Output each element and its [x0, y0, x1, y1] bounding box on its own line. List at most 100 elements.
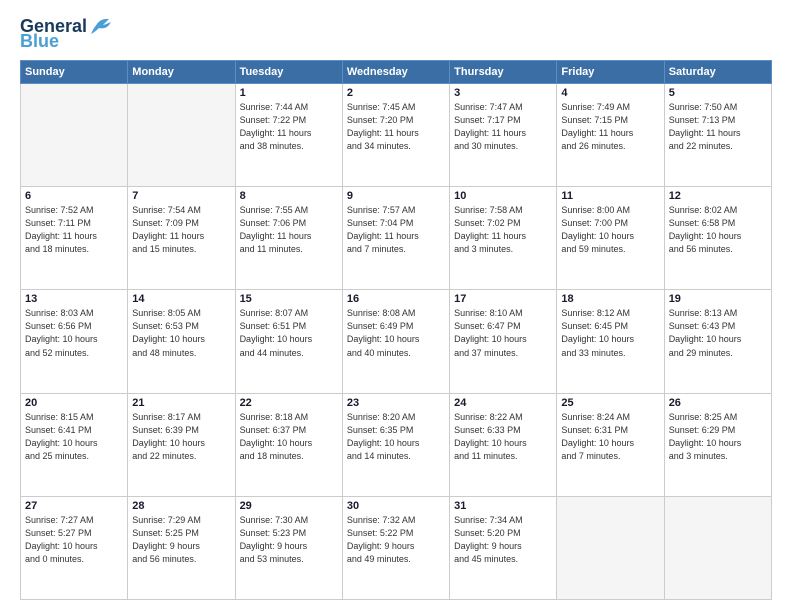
logo: General Blue	[20, 16, 111, 52]
calendar-cell: 2 Sunrise: 7:45 AMSunset: 7:20 PMDaylight…	[342, 84, 449, 187]
calendar-cell: 14Sunrise: 8:05 AMSunset: 6:53 PMDayligh…	[128, 290, 235, 393]
day-info: Sunrise: 8:20 AMSunset: 6:35 PMDaylight:…	[347, 411, 445, 463]
page: General Blue SundayMondayTuesdayWednesda…	[0, 0, 792, 612]
week-row-1: 1 Sunrise: 7:44 AMSunset: 7:22 PMDaylight…	[21, 84, 772, 187]
week-row-2: 6 Sunrise: 7:52 AMSunset: 7:11 PMDaylight…	[21, 187, 772, 290]
day-info: Sunrise: 7:54 AMSunset: 7:09 PMDaylight:…	[132, 204, 230, 256]
calendar-cell: 4 Sunrise: 7:49 AMSunset: 7:15 PMDaylight…	[557, 84, 664, 187]
day-info: Sunrise: 8:08 AMSunset: 6:49 PMDaylight:…	[347, 307, 445, 359]
day-info: Sunrise: 8:13 AMSunset: 6:43 PMDaylight:…	[669, 307, 767, 359]
calendar-cell: 15 Sunrise: 8:07 AMSunset: 6:51 PMDayligh…	[235, 290, 342, 393]
calendar-cell: 20 Sunrise: 8:15 AMSunset: 6:41 PMDayligh…	[21, 393, 128, 496]
day-info: Sunrise: 8:17 AMSunset: 6:39 PMDaylight:…	[132, 411, 230, 463]
day-info: Sunrise: 7:34 AMSunset: 5:20 PMDaylight:…	[454, 514, 552, 566]
day-number: 28	[132, 500, 230, 512]
day-number: 11	[561, 190, 659, 202]
day-number: 29	[240, 500, 338, 512]
day-number: 12	[669, 190, 767, 202]
calendar-cell: 21 Sunrise: 8:17 AMSunset: 6:39 PMDayligh…	[128, 393, 235, 496]
day-info: Sunrise: 7:52 AMSunset: 7:11 PMDaylight:…	[25, 204, 123, 256]
calendar-cell: 17 Sunrise: 8:10 AMSunset: 6:47 PMDayligh…	[450, 290, 557, 393]
day-number: 6	[25, 190, 123, 202]
day-number: 5	[669, 87, 767, 99]
weekday-header-row: SundayMondayTuesdayWednesdayThursdayFrid…	[21, 61, 772, 84]
week-row-3: 13 Sunrise: 8:03 AMSunset: 6:56 PMDayligh…	[21, 290, 772, 393]
day-info: Sunrise: 8:10 AMSunset: 6:47 PMDaylight:…	[454, 307, 552, 359]
day-info: Sunrise: 8:02 AMSunset: 6:58 PMDaylight:…	[669, 204, 767, 256]
week-row-4: 20 Sunrise: 8:15 AMSunset: 6:41 PMDayligh…	[21, 393, 772, 496]
calendar-cell: 10 Sunrise: 7:58 AMSunset: 7:02 PMDayligh…	[450, 187, 557, 290]
day-info: Sunrise: 8:07 AMSunset: 6:51 PMDaylight:…	[240, 307, 338, 359]
calendar-cell: 11 Sunrise: 8:00 AMSunset: 7:00 PMDayligh…	[557, 187, 664, 290]
day-number: 7	[132, 190, 230, 202]
calendar-cell: 24 Sunrise: 8:22 AMSunset: 6:33 PMDayligh…	[450, 393, 557, 496]
day-number: 4	[561, 87, 659, 99]
day-number: 15	[240, 293, 338, 305]
day-info: Sunrise: 7:44 AMSunset: 7:22 PMDaylight:…	[240, 101, 338, 153]
weekday-header-sunday: Sunday	[21, 61, 128, 84]
calendar-cell: 1 Sunrise: 7:44 AMSunset: 7:22 PMDaylight…	[235, 84, 342, 187]
day-info: Sunrise: 8:15 AMSunset: 6:41 PMDaylight:…	[25, 411, 123, 463]
day-number: 3	[454, 87, 552, 99]
day-number: 1	[240, 87, 338, 99]
day-number: 24	[454, 397, 552, 409]
day-number: 18	[561, 293, 659, 305]
day-number: 22	[240, 397, 338, 409]
day-number: 20	[25, 397, 123, 409]
day-number: 23	[347, 397, 445, 409]
day-info: Sunrise: 8:12 AMSunset: 6:45 PMDaylight:…	[561, 307, 659, 359]
day-info: Sunrise: 8:18 AMSunset: 6:37 PMDaylight:…	[240, 411, 338, 463]
day-info: Sunrise: 8:05 AMSunset: 6:53 PMDaylight:…	[132, 307, 230, 359]
day-info: Sunrise: 8:25 AMSunset: 6:29 PMDaylight:…	[669, 411, 767, 463]
weekday-header-wednesday: Wednesday	[342, 61, 449, 84]
day-number: 2	[347, 87, 445, 99]
day-number: 13	[25, 293, 123, 305]
calendar-cell	[128, 84, 235, 187]
day-info: Sunrise: 8:03 AMSunset: 6:56 PMDaylight:…	[25, 307, 123, 359]
weekday-header-friday: Friday	[557, 61, 664, 84]
day-info: Sunrise: 7:49 AMSunset: 7:15 PMDaylight:…	[561, 101, 659, 153]
calendar-cell: 8Sunrise: 7:55 AMSunset: 7:06 PMDaylight…	[235, 187, 342, 290]
day-number: 26	[669, 397, 767, 409]
day-number: 21	[132, 397, 230, 409]
day-number: 16	[347, 293, 445, 305]
day-info: Sunrise: 7:27 AMSunset: 5:27 PMDaylight:…	[25, 514, 123, 566]
day-info: Sunrise: 7:50 AMSunset: 7:13 PMDaylight:…	[669, 101, 767, 153]
header: General Blue	[20, 16, 772, 52]
day-number: 10	[454, 190, 552, 202]
day-info: Sunrise: 8:00 AMSunset: 7:00 PMDaylight:…	[561, 204, 659, 256]
calendar-cell: 7 Sunrise: 7:54 AMSunset: 7:09 PMDaylight…	[128, 187, 235, 290]
weekday-header-monday: Monday	[128, 61, 235, 84]
calendar-cell	[21, 84, 128, 187]
day-info: Sunrise: 7:30 AMSunset: 5:23 PMDaylight:…	[240, 514, 338, 566]
calendar-cell: 22 Sunrise: 8:18 AMSunset: 6:37 PMDayligh…	[235, 393, 342, 496]
calendar-cell: 9Sunrise: 7:57 AMSunset: 7:04 PMDaylight…	[342, 187, 449, 290]
calendar-table: SundayMondayTuesdayWednesdayThursdayFrid…	[20, 60, 772, 600]
calendar-cell: 18 Sunrise: 8:12 AMSunset: 6:45 PMDayligh…	[557, 290, 664, 393]
calendar-cell: 23 Sunrise: 8:20 AMSunset: 6:35 PMDayligh…	[342, 393, 449, 496]
weekday-header-tuesday: Tuesday	[235, 61, 342, 84]
day-number: 31	[454, 500, 552, 512]
calendar-cell: 6 Sunrise: 7:52 AMSunset: 7:11 PMDaylight…	[21, 187, 128, 290]
day-info: Sunrise: 8:24 AMSunset: 6:31 PMDaylight:…	[561, 411, 659, 463]
weekday-header-thursday: Thursday	[450, 61, 557, 84]
day-number: 17	[454, 293, 552, 305]
day-info: Sunrise: 7:58 AMSunset: 7:02 PMDaylight:…	[454, 204, 552, 256]
calendar-cell: 16 Sunrise: 8:08 AMSunset: 6:49 PMDayligh…	[342, 290, 449, 393]
day-number: 25	[561, 397, 659, 409]
logo-blue-text: Blue	[20, 31, 59, 52]
calendar-cell: 3Sunrise: 7:47 AMSunset: 7:17 PMDaylight…	[450, 84, 557, 187]
logo-bird-icon	[89, 16, 111, 34]
day-info: Sunrise: 7:32 AMSunset: 5:22 PMDaylight:…	[347, 514, 445, 566]
calendar-cell: 29 Sunrise: 7:30 AMSunset: 5:23 PMDayligh…	[235, 496, 342, 599]
day-number: 30	[347, 500, 445, 512]
day-info: Sunrise: 7:57 AMSunset: 7:04 PMDaylight:…	[347, 204, 445, 256]
day-info: Sunrise: 7:45 AMSunset: 7:20 PMDaylight:…	[347, 101, 445, 153]
calendar-cell: 28Sunrise: 7:29 AMSunset: 5:25 PMDayligh…	[128, 496, 235, 599]
day-info: Sunrise: 8:22 AMSunset: 6:33 PMDaylight:…	[454, 411, 552, 463]
day-number: 19	[669, 293, 767, 305]
day-number: 8	[240, 190, 338, 202]
calendar-cell: 5 Sunrise: 7:50 AMSunset: 7:13 PMDaylight…	[664, 84, 771, 187]
calendar-cell: 19 Sunrise: 8:13 AMSunset: 6:43 PMDayligh…	[664, 290, 771, 393]
calendar-cell: 26 Sunrise: 8:25 AMSunset: 6:29 PMDayligh…	[664, 393, 771, 496]
